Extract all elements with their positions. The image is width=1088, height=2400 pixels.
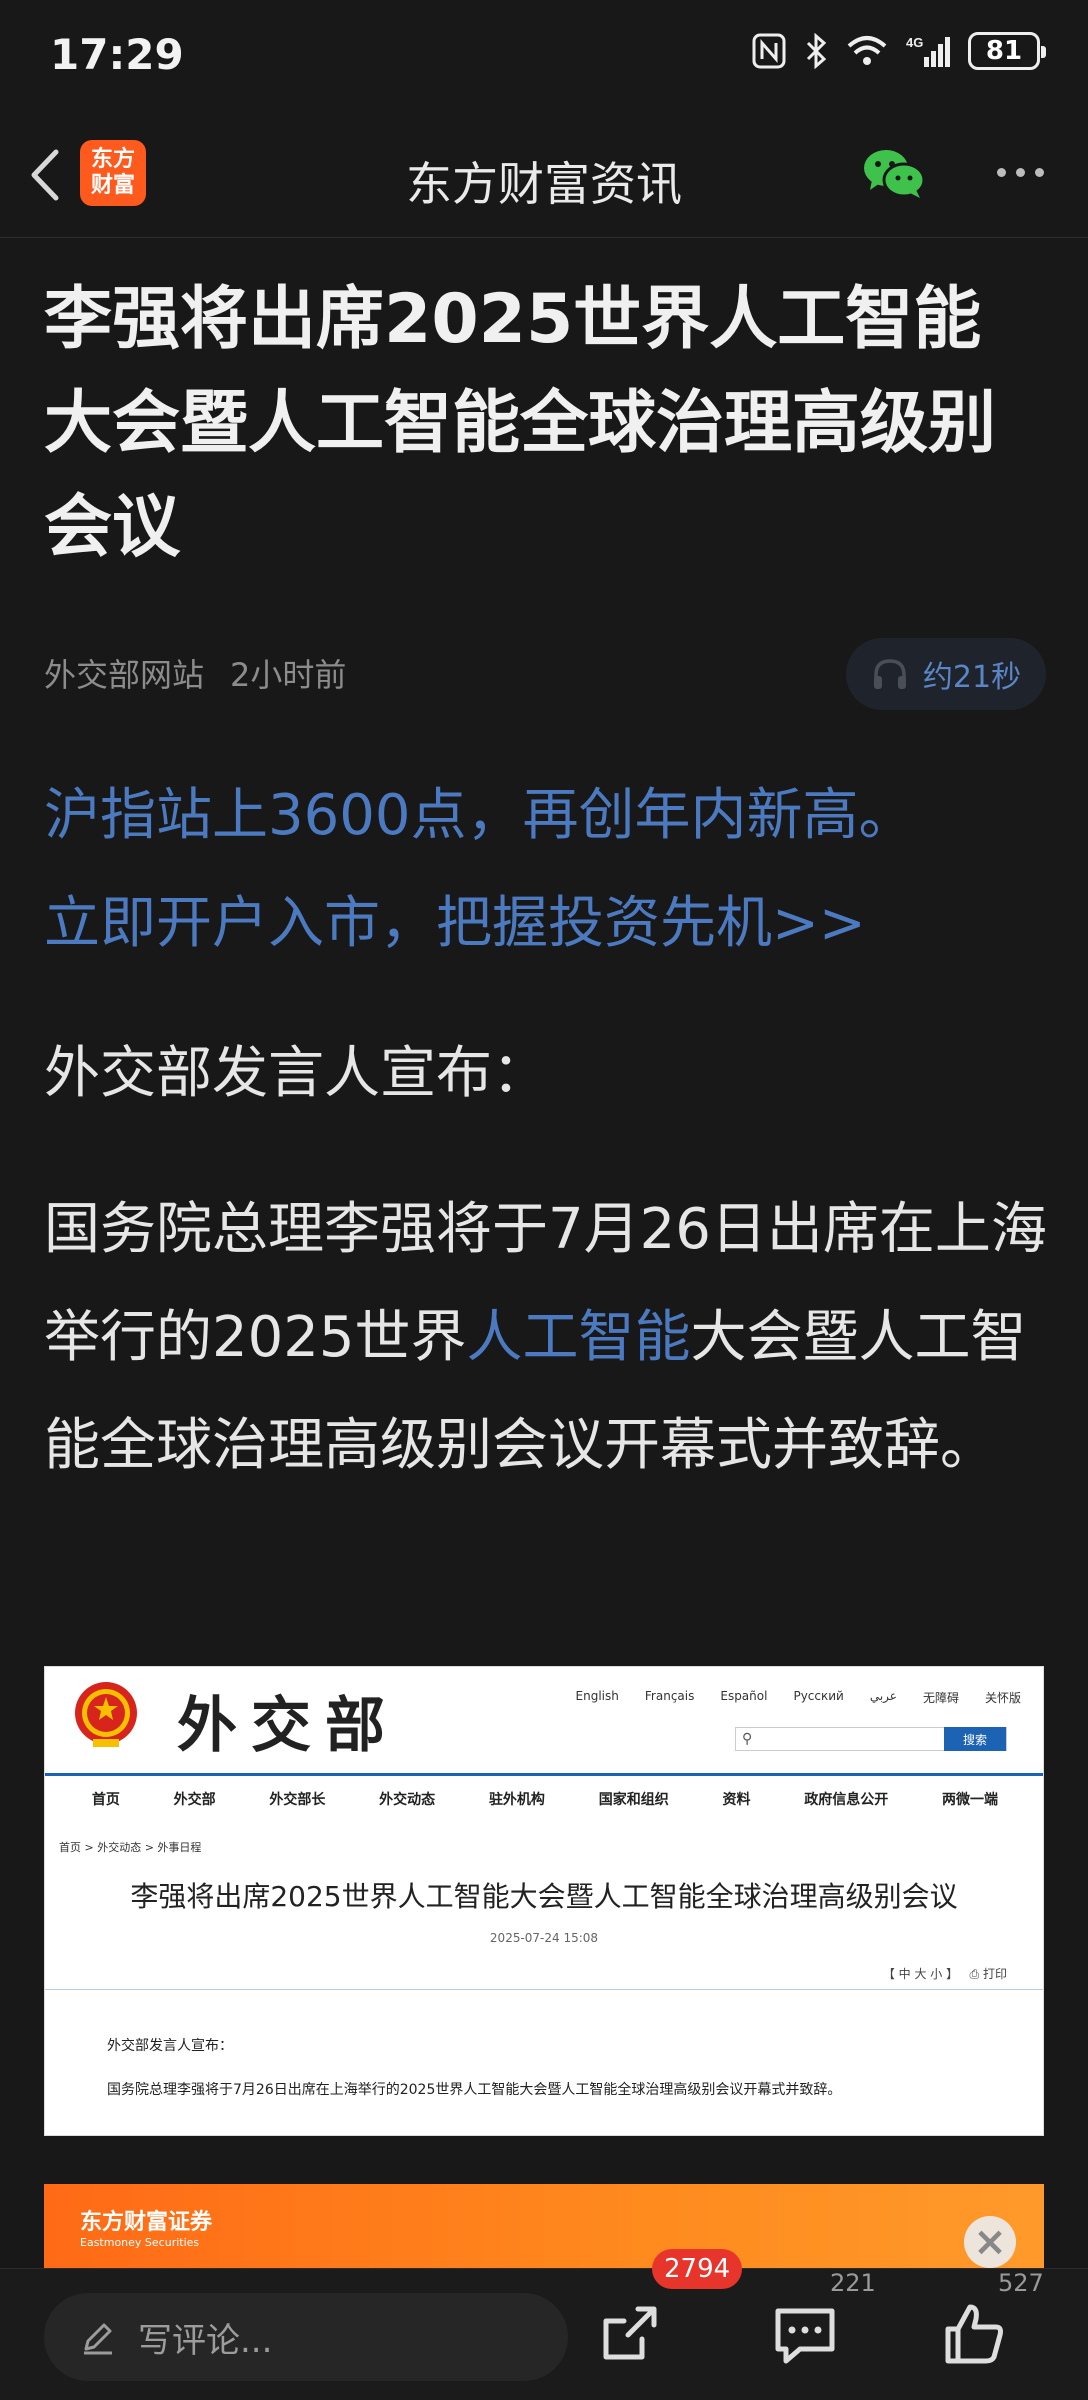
lang-link: Русский [793, 1689, 844, 1703]
listen-duration: 约21秒 [922, 660, 1022, 695]
promo-line-2: 立即开户入市，把握投资先机>> [44, 891, 866, 956]
comment-placeholder: 写评论... [138, 2320, 273, 2361]
embedded-nav-item: 外交动态 [379, 1791, 436, 1808]
promo-line-1: 沪指站上3600点，再创年内新高。 [44, 783, 915, 848]
headphones-icon [873, 659, 906, 689]
more-dot-icon [1016, 168, 1025, 177]
comment-count: 221 [830, 2269, 876, 2297]
national-emblem-icon [75, 1682, 137, 1747]
like-button[interactable] [940, 2299, 1010, 2369]
embedded-nav-item: 外交部 [173, 1791, 216, 1808]
share-count-badge: 2794 [652, 2249, 743, 2289]
comments-button[interactable] [770, 2299, 840, 2369]
embedded-search-button: 搜索 [944, 1727, 1006, 1751]
article-source[interactable]: 外交部网站 [44, 656, 204, 694]
wechat-icon [864, 150, 926, 198]
promo-link[interactable]: 沪指站上3600点，再创年内新高。 立即开户入市，把握投资先机>> [44, 762, 1054, 978]
embedded-nav-menu: 首页 外交部 外交部长 外交动态 驻外机构 国家和组织 资料 政府信息公开 两微… [45, 1773, 1043, 1821]
search-icon: ⚲ [742, 1731, 753, 1747]
wechat-share-button[interactable] [862, 146, 926, 202]
battery-level: 81 [985, 36, 1023, 66]
embedded-breadcrumb: 首页 > 外交动态 > 外事日程 [59, 1841, 202, 1854]
keyword-link[interactable]: 人工智能 [467, 1305, 691, 1370]
embedded-nav-item: 驻外机构 [488, 1791, 545, 1808]
wifi-icon [847, 36, 887, 65]
article-paragraph-2: 国务院总理李强将于7月26日出席在上海举行的2025世界人工智能大会暨人工智能全… [44, 1176, 1054, 1500]
lang-link: 关怀版 [984, 1691, 1021, 1705]
close-icon: × [973, 2219, 1007, 2265]
font-size-tools: 【 中 大 小 】 [882, 1967, 959, 1981]
comment-input[interactable]: 写评论... [44, 2293, 568, 2381]
status-bar: 17:29 4G 81 [0, 0, 1088, 110]
ad-brand-en: Eastmoney Securities [80, 2236, 200, 2249]
lang-link: English [575, 1689, 619, 1703]
language-links: English Français Español Русский عربي 无障… [576, 1689, 1021, 1706]
status-icons: 4G 81 [752, 32, 1046, 70]
embedded-screenshot-image[interactable]: 外交部 English Français Español Русский عرب… [44, 1666, 1044, 2136]
embedded-nav-item: 资料 [722, 1791, 751, 1808]
article-meta: 外交部网站 2小时前 [44, 650, 346, 696]
lang-link: عربي [869, 1689, 897, 1703]
thumbs-up-icon [945, 2304, 1003, 2364]
ad-close-button[interactable]: × [964, 2216, 1016, 2268]
cell-signal-icon: 4G [906, 35, 950, 67]
lang-link: 无障碍 [922, 1691, 959, 1705]
embedded-nav-item: 首页 [91, 1791, 120, 1808]
more-options-button[interactable] [997, 168, 1044, 177]
svg-text:4G: 4G [906, 35, 923, 50]
share-button[interactable] [594, 2299, 664, 2369]
article-paragraph-1: 外交部发言人宣布： [44, 1041, 548, 1106]
more-dot-icon [997, 168, 1006, 177]
comment-icon [775, 2308, 835, 2364]
print-label: 打印 [982, 1967, 1007, 1981]
lang-link: Español [720, 1689, 768, 1703]
status-time: 17:29 [50, 30, 184, 79]
embedded-nav-item: 国家和组织 [598, 1791, 669, 1808]
listen-audio-button[interactable]: 约21秒 [846, 638, 1046, 710]
more-dot-icon [1035, 168, 1044, 177]
embedded-paragraph-1: 外交部发言人宣布： [107, 2038, 233, 2054]
embedded-divider [45, 1989, 1043, 1990]
embedded-nav-item: 政府信息公开 [804, 1791, 889, 1808]
pencil-icon [84, 2323, 112, 2355]
nfc-icon [752, 33, 786, 69]
top-nav-bar: 东方 财富 东方财富资讯 [0, 110, 1088, 238]
embedded-nav-item: 两微一端 [942, 1791, 998, 1808]
ad-brand-logo: 东方财富证券 Eastmoney Securities [80, 2204, 212, 2249]
embedded-paragraph-2: 国务院总理李强将于7月26日出席在上海举行的2025世界人工智能大会暨人工智能全… [107, 2082, 842, 2098]
like-count: 527 [998, 2269, 1044, 2297]
print-icon: ⎙ [961, 1967, 980, 1981]
ministry-logo: 外交部 [177, 1691, 399, 1761]
lang-link: Français [644, 1689, 695, 1703]
ad-brand: 东方财富证券 [80, 2210, 213, 2235]
article-time: 2小时前 [230, 656, 347, 694]
embedded-tools: 【 中 大 小 】 ⎙ 打印 [883, 1965, 1007, 1982]
bluetooth-icon [806, 33, 827, 69]
embedded-date: 2025-07-24 15:08 [489, 1931, 599, 1945]
battery-indicator: 81 [968, 32, 1046, 70]
embedded-search-box: ⚲ 搜索 [735, 1727, 1007, 1751]
embedded-nav-item: 外交部长 [269, 1791, 326, 1808]
embedded-title: 李强将出席2025世界人工智能大会暨人工智能全球治理高级别会议 [130, 1880, 958, 1913]
share-icon [603, 2306, 657, 2360]
bottom-action-bar: 写评论... 2794 221 527 [0, 2249, 1088, 2400]
article-title: 李强将出席2025世界人工智能大会暨人工智能全球治理高级别会议 [44, 280, 997, 567]
